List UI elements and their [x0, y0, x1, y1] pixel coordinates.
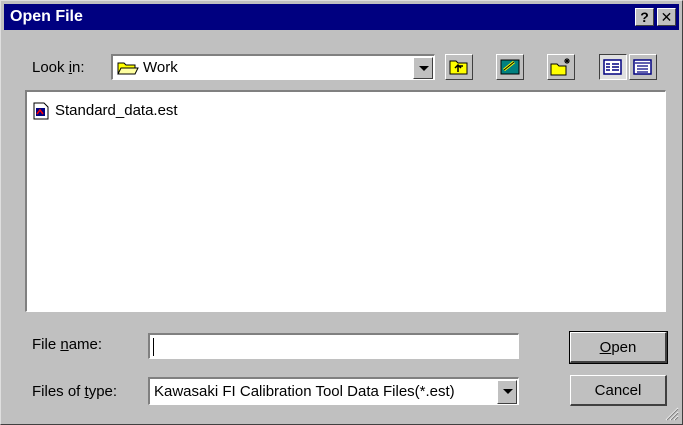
desktop-button[interactable] — [496, 54, 524, 80]
files-of-type-value: Kawasaki FI Calibration Tool Data Files(… — [154, 383, 455, 400]
list-view-button[interactable] — [599, 54, 627, 80]
close-button[interactable]: ✕ — [657, 8, 676, 26]
look-in-label: Look in: — [32, 59, 85, 76]
desktop-icon — [500, 59, 520, 75]
list-view-icon — [603, 59, 622, 75]
file-name-input[interactable] — [148, 333, 519, 359]
file-name-label: Standard_data.est — [55, 102, 178, 119]
cancel-button[interactable]: Cancel — [570, 375, 667, 406]
file-name-label: File name: — [32, 336, 103, 353]
look-in-combobox[interactable]: Work — [111, 54, 435, 80]
resize-grip-icon[interactable] — [665, 407, 679, 421]
files-of-type-dropdown-button[interactable] — [497, 380, 517, 404]
files-of-type-label: Files of type: — [32, 383, 118, 400]
data-file-icon — [33, 102, 49, 120]
look-in-dropdown-button[interactable] — [413, 57, 433, 79]
create-new-folder-button[interactable] — [547, 54, 575, 80]
look-in-value: Work — [143, 59, 178, 76]
file-list[interactable]: Standard_data.est — [25, 90, 666, 312]
details-view-button[interactable] — [629, 54, 657, 80]
help-button[interactable]: ? — [635, 8, 654, 26]
dialog-title: Open File — [10, 8, 83, 25]
folder-open-icon — [117, 62, 139, 75]
up-one-level-button[interactable] — [445, 54, 473, 80]
title-bar[interactable]: Open File ? ✕ — [4, 4, 679, 30]
files-of-type-combobox[interactable]: Kawasaki FI Calibration Tool Data Files(… — [148, 377, 519, 405]
details-view-icon — [633, 59, 652, 75]
text-caret — [153, 338, 154, 356]
up-one-level-icon — [449, 60, 468, 75]
create-new-folder-icon — [550, 58, 570, 76]
open-file-dialog: Open File ? ✕ Look in: Work Standard_dat… — [0, 0, 683, 425]
open-button[interactable]: Open — [569, 331, 668, 364]
